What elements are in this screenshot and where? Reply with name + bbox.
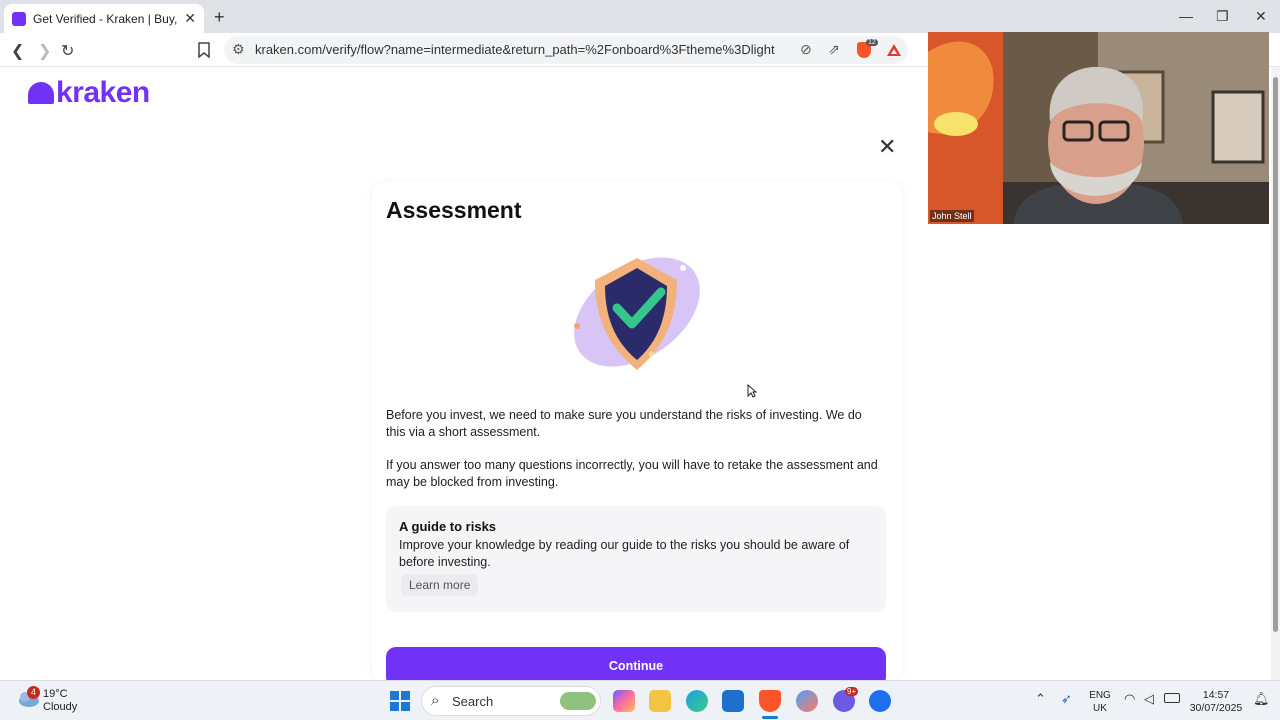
reload-icon[interactable]: ↻ [61, 41, 74, 61]
page-scrollbar[interactable] [1271, 67, 1280, 680]
weather-temp: 19°C [43, 688, 68, 700]
close-icon[interactable]: ✕ [878, 134, 896, 160]
file-explorer-icon[interactable] [649, 690, 671, 712]
new-tab-icon[interactable]: + [214, 7, 225, 28]
search-label: Search [452, 694, 494, 709]
mouse-cursor-icon [747, 384, 757, 398]
notifications-icon[interactable]: 🔔︎ [1253, 691, 1270, 707]
language-code[interactable]: ENG [1088, 689, 1112, 702]
weather-badge: 4 [27, 686, 40, 699]
participant-video [928, 32, 1269, 224]
clock-date[interactable]: 30/07/2025 [1186, 702, 1246, 715]
battery-icon[interactable] [1164, 693, 1180, 703]
address-bar[interactable]: ⚙ kraken.com/verify/flow?name=intermedia… [224, 36, 908, 64]
share-icon[interactable]: ⇗ [828, 41, 840, 58]
shield-count-badge: 12 [866, 39, 878, 46]
windows-start-icon[interactable] [390, 691, 410, 711]
store-icon[interactable] [722, 690, 744, 712]
language-region[interactable]: UK [1088, 702, 1112, 715]
kraken-favicon-icon [12, 11, 26, 26]
tab-close-icon[interactable]: ✕ [184, 10, 196, 27]
site-settings-icon[interactable]: ⚙ [232, 41, 245, 58]
participant-name: John Stell [930, 210, 974, 222]
warning-paragraph: If you answer too many questions incorre… [386, 458, 878, 489]
app-icon[interactable] [796, 690, 818, 712]
location-icon[interactable]: ➶ [1061, 691, 1072, 707]
brave-icon[interactable] [759, 690, 781, 712]
back-icon[interactable]: ❮ [11, 41, 24, 61]
scrollbar-thumb[interactable] [1273, 77, 1278, 632]
wifi-icon[interactable]: ◠ [1124, 691, 1135, 707]
volume-icon[interactable]: ◁ [1144, 691, 1154, 707]
url-text[interactable]: kraken.com/verify/flow?name=intermediate… [255, 42, 775, 57]
forward-icon[interactable]: ❯ [38, 41, 51, 61]
kraken-logo[interactable]: kraken [28, 76, 150, 110]
learn-more-button[interactable]: Learn more [401, 574, 479, 596]
search-highlight-icon [560, 692, 596, 710]
guide-text: Improve your knowledge by reading our gu… [399, 538, 850, 569]
clock-time[interactable]: 14:57 [1186, 689, 1246, 702]
minimize-icon[interactable]: — [1179, 8, 1193, 24]
kraken-mark-icon [28, 82, 54, 104]
windows-taskbar: 4 19°C Cloudy ⌕ Search 9+ ⌃ ➶ ENG UK ◠ ◁… [0, 680, 1280, 720]
edge-icon[interactable] [686, 690, 708, 712]
zoom-icon[interactable] [869, 690, 891, 712]
chat-badge: 9+ [845, 687, 859, 696]
shield-check-illustration [574, 257, 700, 370]
guide-title: A guide to risks [399, 519, 497, 534]
risk-guide-box: A guide to risks Improve your knowledge … [386, 506, 886, 612]
page-title: Assessment [386, 197, 522, 223]
active-app-indicator [762, 716, 778, 719]
taskbar-search[interactable]: ⌕ Search [421, 686, 601, 716]
brave-rewards-icon[interactable] [886, 43, 902, 57]
restore-icon[interactable]: ❐ [1216, 8, 1229, 25]
browser-tab[interactable]: Get Verified - Kraken | Buy, Sell a ✕ [4, 4, 204, 33]
search-icon: ⌕ [431, 692, 440, 709]
weather-desc: Cloudy [43, 701, 78, 713]
no-translate-icon[interactable]: ⊘ [800, 41, 812, 58]
video-call-overlay[interactable]: John Stell [928, 32, 1269, 224]
tab-title: Get Verified - Kraken | Buy, Sell a [33, 11, 181, 26]
copilot-icon[interactable] [613, 690, 635, 712]
intro-paragraph: Before you invest, we need to make sure … [386, 408, 862, 439]
bookmark-icon[interactable] [198, 42, 210, 58]
browser-tab-bar: Get Verified - Kraken | Buy, Sell a ✕ + … [0, 0, 1280, 33]
close-window-icon[interactable]: ✕ [1255, 8, 1267, 25]
tray-chevron-icon[interactable]: ⌃ [1035, 691, 1046, 707]
